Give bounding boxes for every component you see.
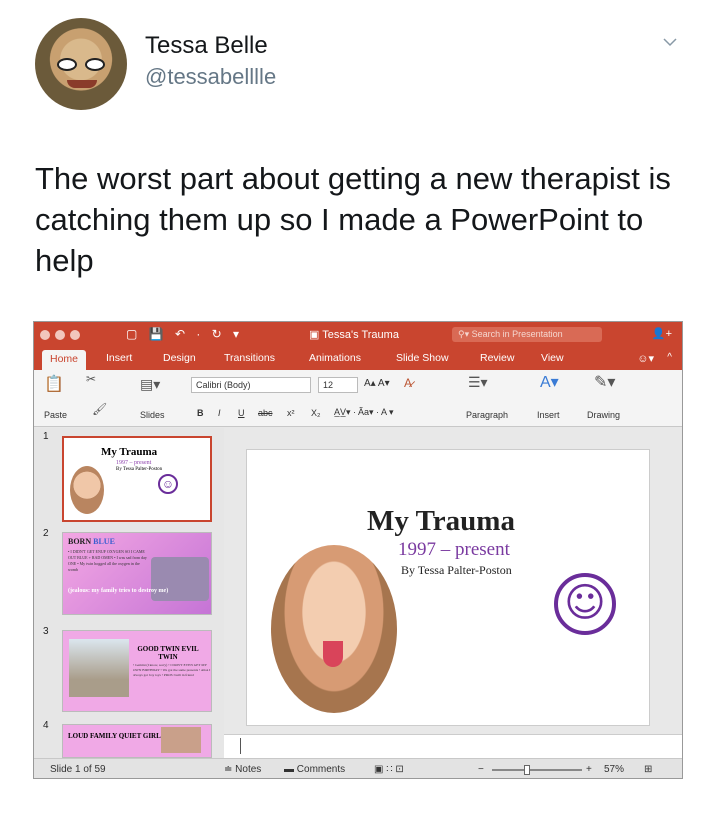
tweet-text: The worst part about getting a new thera… xyxy=(35,161,671,278)
superscript-button[interactable]: x² xyxy=(287,408,295,418)
thumb-photo xyxy=(161,727,201,753)
zoom-slider-handle[interactable] xyxy=(524,765,530,775)
notes-area[interactable] xyxy=(224,734,682,758)
zoom-level[interactable]: 57% xyxy=(604,764,624,775)
home-ribbon: 📋 ✂ 🖌 Paste ▤▾ Slides Calibri (Body) 12 … xyxy=(34,370,682,427)
new-slide-icon[interactable]: ▤▾ xyxy=(140,376,160,393)
slide-thumbnail-pane: 1 My Trauma 1997 – present By Tessa Palt… xyxy=(34,428,224,758)
slide-byline[interactable]: By Tessa Palter-Poston xyxy=(401,563,512,578)
slides-label[interactable]: Slides xyxy=(140,410,165,420)
thumb-title: GOOD TWIN EVIL TWIN xyxy=(137,645,199,661)
italic-button[interactable]: I xyxy=(218,408,221,418)
underline-button[interactable]: U xyxy=(238,408,245,418)
thumb-caption: (jealous: my family tries to destroy me) xyxy=(68,588,169,594)
slide-thumbnail-1[interactable]: My Trauma 1997 – present By Tessa Palter… xyxy=(62,436,212,522)
thumb-title: BORN BLUE xyxy=(68,537,115,546)
smiley-icon: ☺ xyxy=(158,474,178,494)
zoom-in-button[interactable]: + xyxy=(586,764,592,775)
chevron-down-icon[interactable] xyxy=(662,34,678,50)
drawing-icon[interactable]: ✎▾ xyxy=(594,372,615,392)
character-spacing-button[interactable]: A̲V̲▾ · A͂a▾ · A ▾ xyxy=(334,407,394,418)
status-bar: Slide 1 of 59 ≐ Notes ▬ Comments ▣ ∷ ⊡ −… xyxy=(34,758,682,778)
thumb-bullets: • I DIDN'T GET ENUF OXYGEN SO I CAME OUT… xyxy=(68,549,147,572)
minimize-dot[interactable] xyxy=(55,330,65,340)
document-title: ▣ Tessa's Trauma xyxy=(309,329,399,341)
tab-review[interactable]: Review xyxy=(480,352,514,364)
ppt-titlebar: ▢ 💾 ↶ · ↻ ▾ ▣ Tessa's Trauma ⚲▾ Search i… xyxy=(34,322,682,348)
tab-home[interactable]: Home xyxy=(42,350,87,370)
view-buttons[interactable]: ▣ ∷ ⊡ xyxy=(374,764,404,775)
quick-access-icons[interactable]: ▢ 💾 ↶ · ↻ ▾ xyxy=(126,327,243,341)
slide-number: 1 xyxy=(43,431,49,442)
share-icon[interactable]: 👤+ xyxy=(652,327,672,340)
avatar-eye xyxy=(57,58,77,71)
slide-number: 2 xyxy=(43,528,49,539)
avatar-mouth xyxy=(67,80,97,88)
slide-title[interactable]: My Trauma xyxy=(367,505,515,538)
slide-count: Slide 1 of 59 xyxy=(50,764,106,775)
font-size-select[interactable]: 12 xyxy=(318,377,358,393)
zoom-slider[interactable] xyxy=(492,769,582,771)
tab-view[interactable]: View xyxy=(541,352,564,364)
paste-label[interactable]: Paste xyxy=(44,410,67,420)
slide-number: 4 xyxy=(43,720,49,731)
thumb-photo xyxy=(69,639,129,697)
zoom-dot[interactable] xyxy=(70,330,80,340)
powerpoint-screenshot: ▢ 💾 ↶ · ↻ ▾ ▣ Tessa's Trauma ⚲▾ Search i… xyxy=(33,321,683,779)
comments-button[interactable]: ▬ Comments xyxy=(284,764,345,775)
strikethrough-button[interactable]: abc xyxy=(258,408,273,418)
tab-slide-show[interactable]: Slide Show xyxy=(396,352,449,364)
insert-label[interactable]: Insert xyxy=(537,410,560,420)
thumb-bullets: • Gemini (I know, sorry) • I DON'T EVEN … xyxy=(133,663,211,677)
main-slide-canvas[interactable]: My Trauma 1997 – present By Tessa Palter… xyxy=(246,449,650,726)
slide-subtitle[interactable]: 1997 – present xyxy=(398,539,510,561)
search-in-presentation[interactable]: ⚲▾ Search in Presentation xyxy=(452,327,602,342)
slide-number: 3 xyxy=(43,626,49,637)
clear-format-icon[interactable]: A̷ xyxy=(404,376,412,390)
avatar-eye xyxy=(85,58,105,71)
bold-button[interactable]: B xyxy=(197,408,204,418)
collapse-ribbon-icon[interactable]: ^ xyxy=(667,352,672,363)
thumb-byline: By Tessa Palter-Poston xyxy=(116,467,163,472)
tweet-header: Tessa Belle @tessabelllle xyxy=(0,0,714,130)
user-handle[interactable]: @tessabelllle xyxy=(145,64,276,90)
fit-window-icon[interactable]: ⊞ xyxy=(644,764,652,775)
smiley-feedback-icon[interactable]: ☺▾ xyxy=(637,352,654,365)
thumb-subtitle: 1997 – present xyxy=(116,460,152,466)
slide-photo[interactable] xyxy=(271,545,397,713)
slide-thumbnail-3[interactable]: GOOD TWIN EVIL TWIN • Gemini (I know, so… xyxy=(62,630,212,712)
avatar[interactable] xyxy=(35,18,127,110)
paragraph-icon[interactable]: ☰▾ xyxy=(468,374,488,391)
slide-thumbnail-2[interactable]: BORN BLUE • I DIDN'T GET ENUF OXYGEN SO … xyxy=(62,532,212,615)
window-controls xyxy=(40,330,80,340)
paste-icon[interactable]: 📋 xyxy=(44,374,64,394)
photo-tongue xyxy=(323,641,343,667)
text-cursor xyxy=(240,738,241,754)
font-family-select[interactable]: Calibri (Body) xyxy=(191,377,311,393)
tab-design[interactable]: Design xyxy=(163,352,196,364)
cut-icon[interactable]: ✂ xyxy=(86,372,96,386)
tab-insert[interactable]: Insert xyxy=(106,352,132,364)
paragraph-label[interactable]: Paragraph xyxy=(466,410,508,420)
subscript-button[interactable]: X₂ xyxy=(311,408,321,418)
insert-text-icon[interactable]: A▾ xyxy=(540,372,559,392)
notes-button[interactable]: ≐ Notes xyxy=(224,764,261,775)
thumb-title: LOUD FAMILY QUIET GIRL xyxy=(68,732,161,740)
format-painter-icon[interactable]: 🖌 xyxy=(92,402,107,416)
tab-transitions[interactable]: Transitions xyxy=(224,352,275,364)
close-dot[interactable] xyxy=(40,330,50,340)
drawing-label[interactable]: Drawing xyxy=(587,410,620,420)
thumb-title: My Trauma xyxy=(101,446,158,458)
ribbon-tabs: Home Insert Design Transitions Animation… xyxy=(34,348,682,370)
thumb-photo xyxy=(70,466,104,514)
smiley-icon[interactable]: ☺ xyxy=(554,573,616,635)
slide-thumbnail-4[interactable]: LOUD FAMILY QUIET GIRL xyxy=(62,724,212,758)
font-grow-shrink-buttons[interactable]: A▴ A▾ xyxy=(364,378,390,389)
display-name[interactable]: Tessa Belle xyxy=(145,32,268,60)
tab-animations[interactable]: Animations xyxy=(309,352,361,364)
zoom-out-button[interactable]: − xyxy=(478,764,484,775)
